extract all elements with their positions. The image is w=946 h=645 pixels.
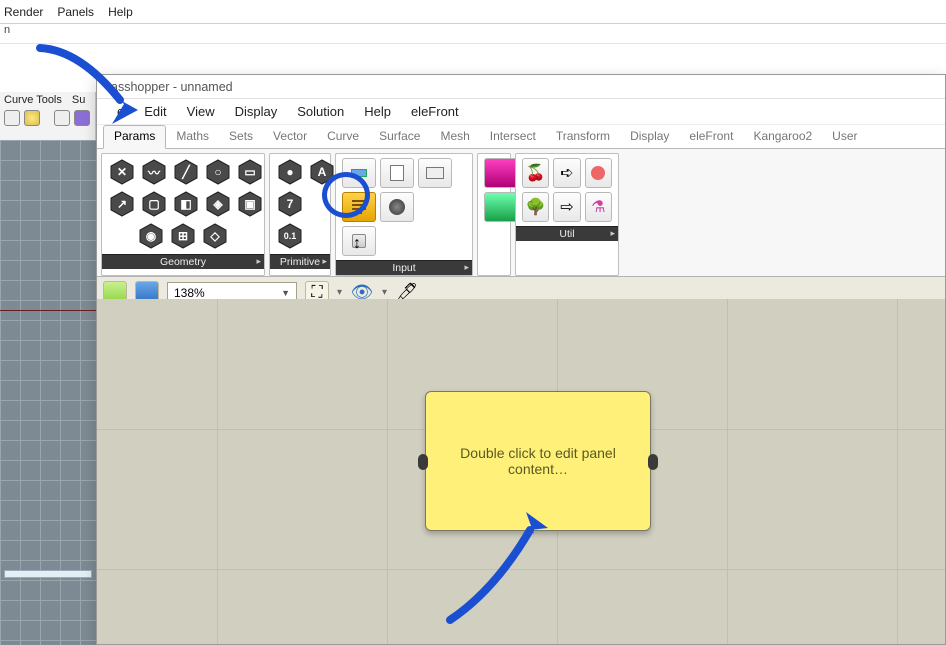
colour-swatch-icon[interactable] xyxy=(484,158,518,188)
param-group-icon[interactable]: ◇ xyxy=(201,222,229,250)
input-mdslider-icon[interactable] xyxy=(418,158,452,188)
param-field-icon[interactable]: ⊞ xyxy=(169,222,197,250)
tab-intersect[interactable]: Intersect xyxy=(480,126,546,148)
menu-solution[interactable]: Solution xyxy=(297,104,344,119)
util-blob-icon[interactable] xyxy=(585,158,612,188)
param-circle-icon[interactable]: ○ xyxy=(204,158,232,186)
menu-edit[interactable]: Edit xyxy=(144,104,166,119)
menu-display[interactable]: Display xyxy=(235,104,278,119)
tab-kangaroo[interactable]: Kangaroo2 xyxy=(743,126,822,148)
ribbon-footer-primitive[interactable]: Primitive xyxy=(280,256,320,268)
chevron-down-icon: ▼ xyxy=(281,288,290,298)
ribbon-footer-util[interactable]: Util xyxy=(559,228,574,240)
menu-help[interactable]: Help xyxy=(364,104,391,119)
param-number-icon[interactable]: 0.1 xyxy=(276,222,304,250)
param-surface-icon[interactable]: ▢ xyxy=(140,190,168,218)
tab-user[interactable]: User xyxy=(822,126,867,148)
gh-menu-bar: e Edit View Display Solution Help eleFro… xyxy=(97,99,945,125)
lock-icon[interactable] xyxy=(54,110,70,126)
panel-text: Double click to edit panel content… xyxy=(446,445,630,477)
gh-ribbon-tabs: Params Maths Sets Vector Curve Surface M… xyxy=(97,125,945,149)
input-panel-icon[interactable] xyxy=(342,192,376,222)
ribbon-footer-geometry[interactable]: Geometry xyxy=(160,256,206,268)
panel-output-grip[interactable] xyxy=(648,454,658,470)
input-panel-btn-icon[interactable] xyxy=(380,158,414,188)
param-integer-icon[interactable]: 7 xyxy=(276,190,304,218)
menu-view[interactable]: View xyxy=(187,104,215,119)
rhino-tab-curve-tools[interactable]: Curve Tools xyxy=(4,94,62,106)
tab-surface[interactable]: Surface xyxy=(369,126,430,148)
util-flask-icon[interactable]: ⚗ xyxy=(585,192,612,222)
viewport-slider[interactable] xyxy=(4,570,92,578)
menu-panels[interactable]: Panels xyxy=(57,5,94,19)
tab-params[interactable]: Params xyxy=(103,125,166,149)
util-merge-icon[interactable]: ⇨ xyxy=(553,192,580,222)
menu-help[interactable]: Help xyxy=(108,5,133,19)
param-curve-icon[interactable]: 〰 xyxy=(140,158,168,186)
rhino-viewport[interactable] xyxy=(0,140,96,645)
grasshopper-window: asshopper - unnamed e Edit View Display … xyxy=(96,74,946,645)
input-toggle-icon[interactable]: ↕ xyxy=(342,226,376,256)
param-line-icon[interactable]: ╱ xyxy=(172,158,200,186)
lightbulb-icon[interactable] xyxy=(24,110,40,126)
menu-elefront[interactable]: eleFront xyxy=(411,104,459,119)
gh-canvas[interactable]: Double click to edit panel content… xyxy=(97,299,945,644)
panel-component[interactable]: Double click to edit panel content… xyxy=(425,391,651,531)
param-vector-icon[interactable]: ↗ xyxy=(108,190,136,218)
param-brep-icon[interactable]: ◧ xyxy=(172,190,200,218)
rhino-icon-1[interactable] xyxy=(4,110,20,126)
expand-util-icon[interactable]: ▸ xyxy=(610,228,615,239)
tab-transform[interactable]: Transform xyxy=(546,126,620,148)
rhino-menu-bar: Render Panels Help xyxy=(0,0,946,24)
param-text-icon[interactable]: A xyxy=(308,158,336,186)
ribbon-group-input: ↕ Input ▸ xyxy=(335,153,473,276)
tab-display[interactable]: Display xyxy=(620,126,679,148)
rhino-icon-4[interactable] xyxy=(74,110,90,126)
tab-sets[interactable]: Sets xyxy=(219,126,263,148)
ribbon-group-primitive: ● A 7 0.1 Primitive▸ xyxy=(269,153,331,276)
param-boolean-icon[interactable]: ● xyxy=(276,158,304,186)
param-box-icon[interactable]: ▣ xyxy=(236,190,264,218)
tab-elefront[interactable]: eleFront xyxy=(679,126,743,148)
tab-curve[interactable]: Curve xyxy=(317,126,369,148)
zoom-value: 138% xyxy=(174,286,205,300)
ribbon-group-geometry: ✕ 〰 ╱ ○ ▭ ↗ ▢ ◧ ◈ ▣ ◉ ⊞ ◇ xyxy=(101,153,265,276)
menu-render[interactable]: Render xyxy=(4,5,43,19)
tab-maths[interactable]: Maths xyxy=(166,126,219,148)
util-jump-icon[interactable]: ➪ xyxy=(553,158,580,188)
param-plane-icon[interactable]: ▭ xyxy=(236,158,264,186)
ribbon-group-util: 🍒 ➪ 🌳 ⇨ ⚗ Util ▸ xyxy=(515,153,619,276)
gh-titlebar: asshopper - unnamed xyxy=(97,75,945,99)
input-valuelist-icon[interactable] xyxy=(380,192,414,222)
tab-mesh[interactable]: Mesh xyxy=(430,126,479,148)
util-cherry-icon[interactable]: 🍒 xyxy=(522,158,549,188)
param-mesh-icon[interactable]: ◈ xyxy=(204,190,232,218)
util-tree-icon[interactable]: 🌳 xyxy=(522,192,549,222)
gh-title-text: asshopper - unnamed xyxy=(111,80,233,94)
gh-ribbon: ✕ 〰 ╱ ○ ▭ ↗ ▢ ◧ ◈ ▣ ◉ ⊞ ◇ xyxy=(97,149,945,277)
viewport-axis xyxy=(0,310,96,311)
tab-vector[interactable]: Vector xyxy=(263,126,317,148)
rhino-subbar: n xyxy=(0,24,946,44)
param-point-icon[interactable]: ✕ xyxy=(108,158,136,186)
expand-input-icon[interactable]: ▸ xyxy=(464,262,469,273)
expand-primitive-icon[interactable]: ▸ xyxy=(322,256,327,267)
rhino-tab-surface[interactable]: Su xyxy=(72,94,85,106)
menu-file-partial[interactable]: e xyxy=(117,104,124,119)
param-geometry-icon[interactable]: ◉ xyxy=(137,222,165,250)
ribbon-footer-input[interactable]: Input xyxy=(392,262,415,274)
input-slider-icon[interactable] xyxy=(342,158,376,188)
panel-input-grip[interactable] xyxy=(418,454,428,470)
ribbon-group-util-small xyxy=(477,153,511,276)
gradient-icon[interactable] xyxy=(484,192,518,222)
expand-geometry-icon[interactable]: ▸ xyxy=(256,256,261,267)
